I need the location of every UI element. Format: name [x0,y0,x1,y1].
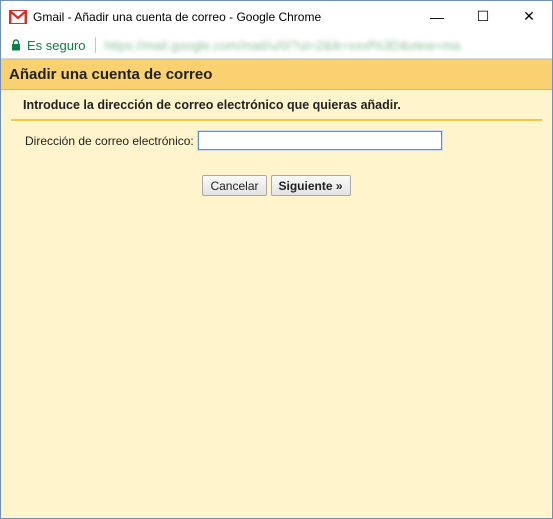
browser-window: Gmail - Añadir una cuenta de correo - Go… [0,0,553,519]
url-text[interactable]: https://mail.google.com/mail/u/0/?ui=2&i… [105,38,546,53]
window-title: Gmail - Añadir una cuenta de correo - Go… [33,9,322,24]
instruction-text: Introduce la dirección de correo electró… [11,90,542,121]
close-icon: ✕ [523,8,535,24]
lock-icon [12,39,20,51]
minimize-icon: — [430,8,444,25]
cancel-button[interactable]: Cancelar [202,175,267,196]
dialog-content: Añadir una cuenta de correo Introduce la… [1,59,552,518]
email-input[interactable] [197,131,442,150]
title-bar: Gmail - Añadir una cuenta de correo - Go… [1,1,552,32]
address-bar[interactable]: Es seguro https://mail.google.com/mail/u… [1,32,552,59]
gmail-icon [9,9,27,24]
email-label: Dirección de correo electrónico: [25,133,194,148]
maximize-button[interactable]: ☐ [460,1,506,32]
minimize-button[interactable]: — [414,1,460,32]
secure-label[interactable]: Es seguro [27,38,86,53]
address-divider [94,37,96,53]
dialog-title: Añadir una cuenta de correo [1,59,552,90]
email-field-row: Dirección de correo electrónico: [1,131,552,150]
button-row: Cancelar Siguiente » [1,175,552,196]
next-button[interactable]: Siguiente » [270,175,351,196]
close-button[interactable]: ✕ [506,1,552,32]
maximize-icon: ☐ [476,8,490,24]
